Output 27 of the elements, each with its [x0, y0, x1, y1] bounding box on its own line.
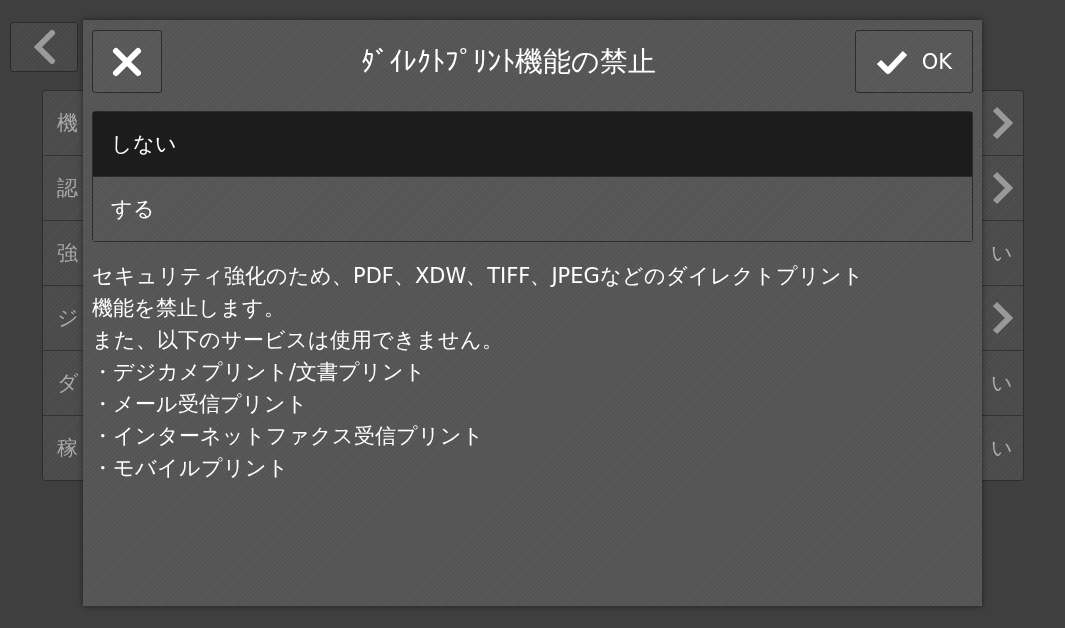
setting-label: 機 — [57, 110, 78, 137]
setting-label: 稼 — [57, 435, 78, 462]
description-text: セキュリティ強化のため、PDF、XDW、TIFF、JPEGなどのダイレクトプリント機能を禁止します。 — [92, 263, 865, 322]
ok-button[interactable]: OK — [855, 30, 973, 93]
setting-value: い — [991, 240, 1013, 267]
back-button[interactable] — [10, 22, 78, 72]
chevron-icon — [991, 301, 1013, 335]
setting-value: い — [991, 435, 1013, 462]
setting-label: 強 — [57, 240, 78, 267]
service-item: ・インターネットファクス受信プリント — [92, 423, 485, 450]
chevron-icon — [991, 171, 1013, 205]
service-item: ・モバイルプリント — [92, 455, 290, 482]
close-button[interactable] — [92, 30, 162, 93]
option-item[interactable]: しない — [93, 112, 972, 177]
setting-label: 認 — [57, 175, 78, 202]
check-icon — [875, 48, 908, 75]
service-item: ・メール受信プリント — [92, 391, 309, 418]
setting-value: い — [991, 370, 1013, 397]
description-text: また、以下のサービスは使用できません。 — [92, 327, 504, 354]
option-item[interactable]: する — [93, 177, 972, 241]
service-item: ・デジカメプリント/文書プリント — [92, 359, 428, 386]
back-icon — [31, 30, 57, 64]
setting-label: ジ — [57, 305, 79, 332]
setting-label: ダ — [57, 370, 79, 397]
close-icon — [111, 45, 143, 78]
chevron-icon — [991, 106, 1013, 140]
dialog-title: ﾀﾞｲﾚｸﾄﾌﾟﾘﾝﾄ機能の禁止 — [360, 43, 657, 80]
